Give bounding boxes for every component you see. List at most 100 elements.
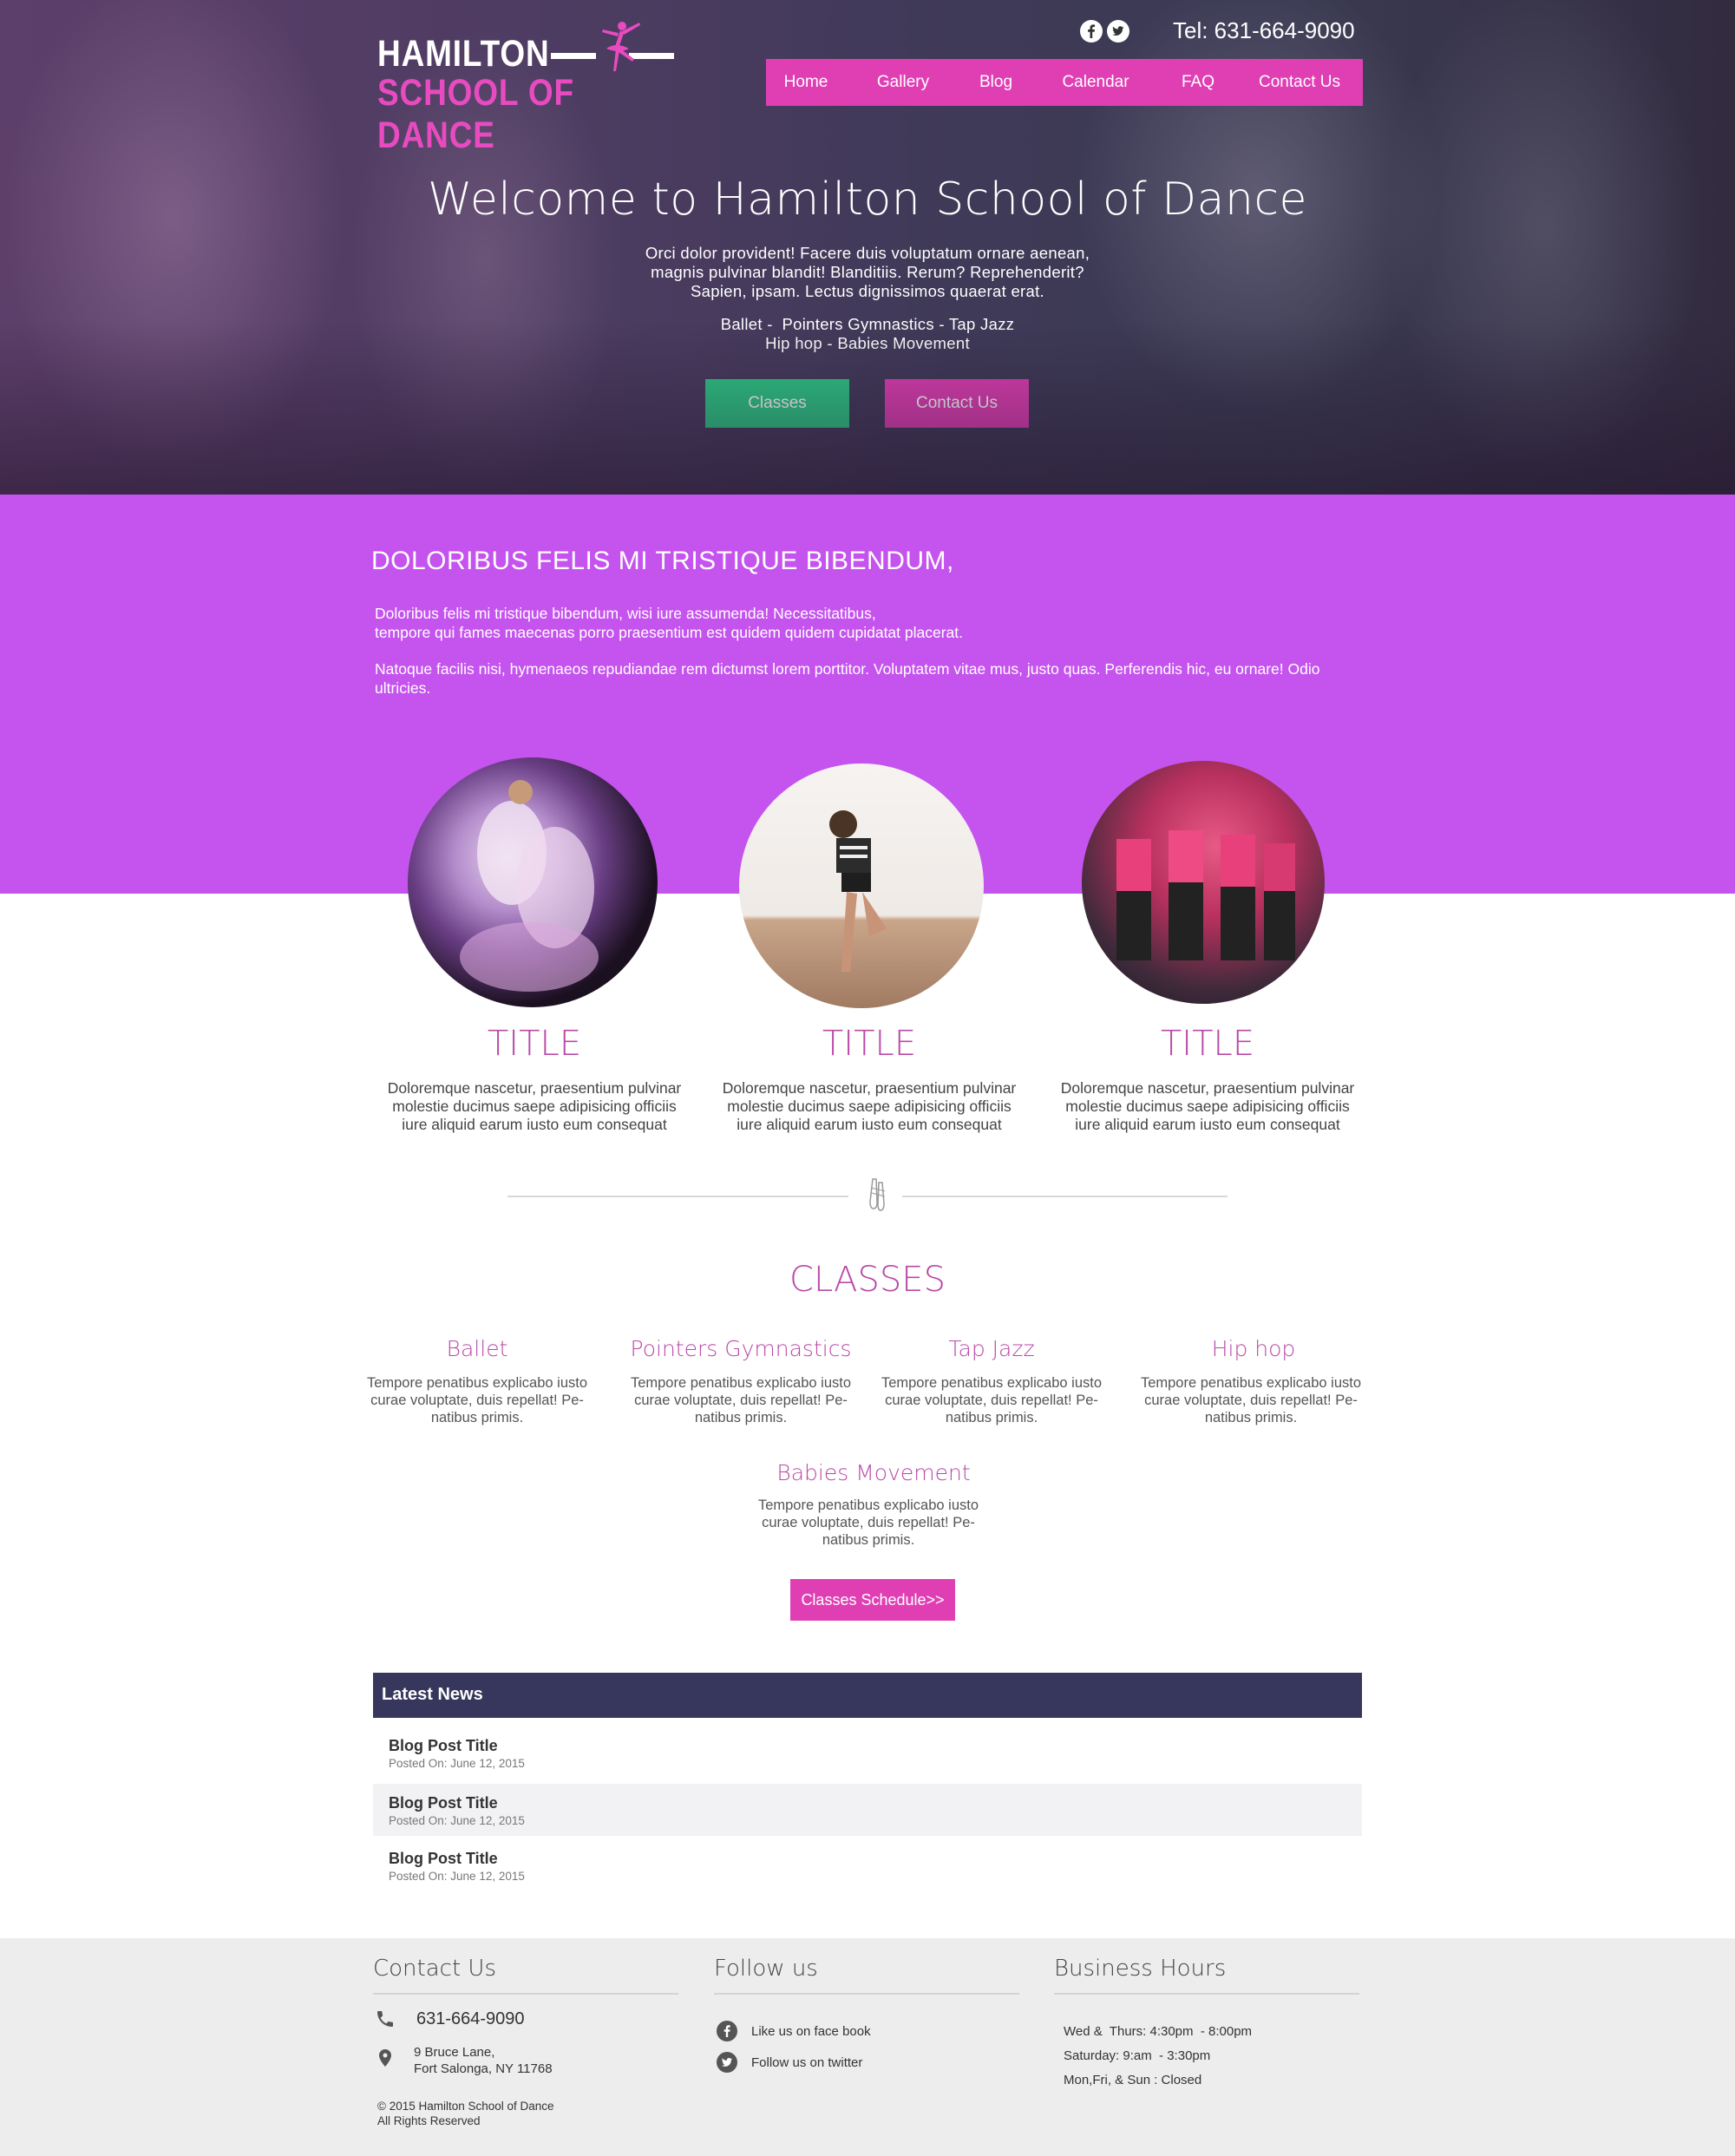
divider-right (902, 1196, 1228, 1197)
class-text-line: Tempore penatibus explicabo iusto (630, 1375, 852, 1391)
footer-twitter-icon[interactable] (717, 2052, 737, 2073)
class-title-tap-jazz[interactable]: Tap Jazz (870, 1336, 1113, 1361)
nav-gallery[interactable]: Gallery (846, 59, 960, 106)
news-item[interactable]: Blog Post Title Posted On: June 12, 2015 (373, 1839, 1362, 1891)
hero-title: Welcome to Hamilton School of Dance (427, 174, 1308, 226)
intro-paragraph-line: tempore qui fames maecenas porro praesen… (375, 624, 964, 641)
class-text-line: curae voluptate, duis repellat! Pe- (762, 1515, 975, 1530)
feature-text-line: molestie ducimus saepe adipisicing offic… (392, 1098, 677, 1115)
feature-text-line: molestie ducimus saepe adipisicing offic… (1065, 1098, 1350, 1115)
intro-paragraph-1: Doloribus felis mi tristique bibendum, w… (375, 604, 1372, 642)
class-title-ballet[interactable]: Ballet (356, 1336, 599, 1361)
class-text-line: natibus primis. (822, 1532, 915, 1548)
hero-description-line: magnis pulvinar blandit! Blanditiis. Rer… (651, 263, 1084, 281)
feature-text-line: molestie ducimus saepe adipisicing offic… (727, 1098, 1012, 1115)
class-title-hip-hop[interactable]: Hip hop (1132, 1336, 1375, 1361)
class-text-line: Tempore penatibus explicabo iusto (1140, 1375, 1362, 1391)
footer-hours-line: Wed & Thurs: 4:30pm - 8:00pm (1064, 2024, 1253, 2039)
news-item[interactable]: Blog Post Title Posted On: June 12, 2015 (373, 1727, 1362, 1779)
news-item[interactable]: Blog Post Title Posted On: June 12, 2015 (373, 1784, 1362, 1836)
main-nav: Home Gallery Blog Calendar FAQ Contact U… (766, 59, 1363, 106)
feature-title-3: TITLE (1160, 1024, 1255, 1064)
location-pin-icon (375, 2048, 396, 2068)
hero-description-line: Sapien, ipsam. Lectus dignissimos quaera… (691, 282, 1044, 300)
intro-paragraph-2: Natoque facilis nisi, hymenaeos repudian… (375, 660, 1320, 697)
footer-copyright: © 2015 Hamilton School of Dance All Righ… (377, 2099, 554, 2128)
feature-text-line: iure aliquid earum iusto eum consequat (737, 1116, 1002, 1133)
footer-phone[interactable]: 631-664-9090 (416, 2009, 525, 2029)
class-text-line: natibus primis. (1204, 1410, 1298, 1425)
class-title-babies-movement[interactable]: Babies Movement (752, 1460, 995, 1485)
footer-follow-rule (714, 1993, 1019, 1995)
ballerina-icon (602, 22, 640, 71)
news-post-date: Posted On: June 12, 2015 (389, 1870, 525, 1883)
footer-hours-rule (1054, 1993, 1359, 1995)
footer-copyright-line: All Rights Reserved (377, 2114, 481, 2127)
classes-schedule-button[interactable]: Classes Schedule>> (790, 1579, 955, 1621)
nav-contact-us[interactable]: Contact Us (1236, 59, 1363, 106)
feature-text-line: Doloremque nascetur, praesentium pulvina… (387, 1079, 682, 1097)
class-title-pointers-gymnastics[interactable]: Pointers Gymnastics (619, 1336, 862, 1361)
news-post-title[interactable]: Blog Post Title (389, 1850, 498, 1868)
news-post-title[interactable]: Blog Post Title (389, 1794, 498, 1812)
feature-text-line: Doloremque nascetur, praesentium pulvina… (722, 1079, 1017, 1097)
footer-hours-list: Wed & Thurs: 4:30pm - 8:00pm Saturday: 9… (1064, 2020, 1252, 2093)
header-phone[interactable]: Tel: 631-664-9090 (1173, 17, 1355, 44)
feature-text-line: iure aliquid earum iusto eum consequat (1075, 1116, 1340, 1133)
nav-blog[interactable]: Blog (960, 59, 1031, 106)
hero-banner: HAMILTON SCHOOL OF DANCE Tel: 631-664-90… (0, 0, 1735, 495)
twitter-icon[interactable] (1107, 20, 1129, 43)
divider-left (507, 1196, 848, 1197)
feature-image-1 (408, 757, 658, 1007)
feature-title-2: TITLE (822, 1024, 917, 1064)
contact-us-button[interactable]: Contact Us (885, 379, 1029, 428)
footer-contact-heading: Contact Us (373, 1956, 496, 1982)
nav-home[interactable]: Home (766, 59, 846, 106)
news-post-title[interactable]: Blog Post Title (389, 1737, 498, 1755)
ballet-shoe-icon (869, 1178, 886, 1211)
footer-twitter-link[interactable]: Follow us on twitter (751, 2054, 862, 2071)
class-text-babies-movement: Tempore penatibus explicabo iusto curae … (747, 1497, 990, 1549)
class-text-line: Tempore penatibus explicabo iusto (366, 1375, 588, 1391)
footer-facebook-icon[interactable] (717, 2021, 737, 2041)
nav-calendar[interactable]: Calendar (1031, 59, 1160, 106)
hero-class-list-line: Ballet - Pointers Gymnastics - Tap Jazz (720, 315, 1015, 333)
class-text-line: curae voluptate, duis repellat! Pe- (370, 1393, 584, 1408)
footer-hours-heading: Business Hours (1054, 1956, 1227, 1982)
feature-text-line: Doloremque nascetur, praesentium pulvina… (1060, 1079, 1355, 1097)
feature-text-line: iure aliquid earum iusto eum consequat (402, 1116, 667, 1133)
footer-follow-heading: Follow us (714, 1956, 818, 1982)
site-logo[interactable]: HAMILTON SCHOOL OF DANCE (377, 17, 674, 156)
class-text-line: curae voluptate, duis repellat! Pe- (634, 1393, 848, 1408)
footer-hours-line: Mon,Fri, & Sun : Closed (1064, 2073, 1202, 2087)
classes-button[interactable]: Classes (705, 379, 849, 428)
feature-image-3 (1082, 761, 1325, 1004)
class-text-ballet: Tempore penatibus explicabo iusto curae … (356, 1374, 599, 1426)
nav-faq[interactable]: FAQ (1160, 59, 1236, 106)
classes-heading: CLASSES (789, 1260, 946, 1300)
intro-paragraph-line: Doloribus felis mi tristique bibendum, w… (375, 605, 876, 622)
feature-title-1: TITLE (487, 1024, 582, 1064)
footer-hours-line: Saturday: 9:am - 3:30pm (1064, 2048, 1211, 2063)
hero-class-list-line: Hip hop - Babies Movement (765, 334, 970, 352)
footer-address-line: Fort Salonga, NY 11768 (414, 2061, 553, 2076)
hero-class-list: Ballet - Pointers Gymnastics - Tap Jazz … (520, 315, 1214, 353)
footer-contact-rule (373, 1993, 678, 1995)
footer-copyright-line: © 2015 Hamilton School of Dance (377, 2100, 554, 2113)
class-text-tap-jazz: Tempore penatibus explicabo iusto curae … (870, 1374, 1113, 1426)
class-text-line: Tempore penatibus explicabo iusto (757, 1497, 979, 1513)
footer-address: 9 Bruce Lane, Fort Salonga, NY 11768 (414, 2044, 553, 2077)
facebook-icon[interactable] (1080, 20, 1103, 43)
class-text-line: natibus primis. (945, 1410, 1038, 1425)
feature-text-2: Doloremque nascetur, praesentium pulvina… (713, 1079, 1025, 1134)
class-text-line: natibus primis. (694, 1410, 788, 1425)
class-text-line: natibus primis. (430, 1410, 524, 1425)
news-post-date: Posted On: June 12, 2015 (389, 1757, 525, 1770)
footer-facebook-link[interactable]: Like us on face book (751, 2023, 871, 2040)
logo-text-line2: SCHOOL OF DANCE (377, 72, 574, 156)
footer-address-line: 9 Bruce Lane, (414, 2045, 495, 2060)
feature-text-3: Doloremque nascetur, praesentium pulvina… (1051, 1079, 1364, 1134)
feature-text-1: Doloremque nascetur, praesentium pulvina… (378, 1079, 691, 1134)
class-text-line: curae voluptate, duis repellat! Pe- (885, 1393, 1098, 1408)
class-text-hip-hop: Tempore penatibus explicabo iusto curae … (1129, 1374, 1372, 1426)
